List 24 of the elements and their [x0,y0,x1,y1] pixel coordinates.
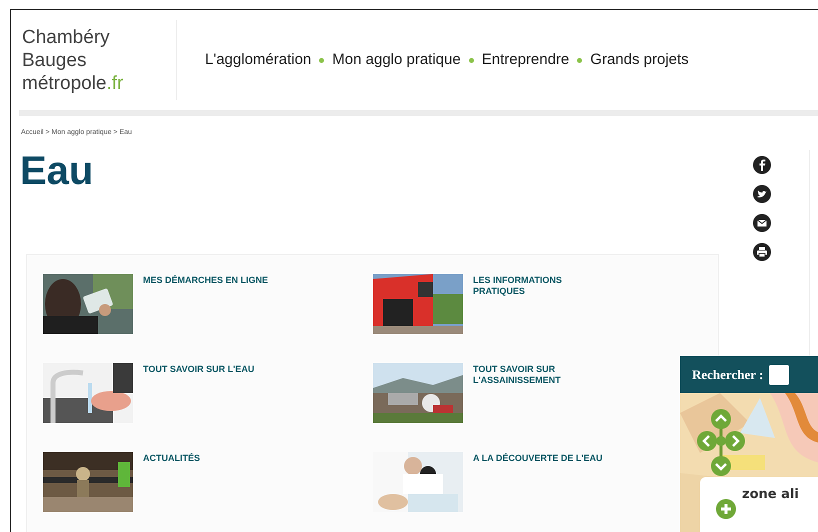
bullet-icon [577,58,582,62]
facebook-icon[interactable] [753,156,771,174]
nav-link[interactable]: Grands projets [590,48,689,72]
map-pan-control[interactable] [697,408,745,478]
search-label: Rechercher : [692,366,764,384]
site-logo[interactable]: Chambéry Bauges métropole.fr [22,26,162,94]
bullet-icon [468,58,474,62]
tile-link[interactable]: LES INFORMATIONS PRATIQUES [473,275,603,297]
page-title: Eau [20,148,94,192]
print-icon[interactable] [753,243,771,261]
add-icon[interactable] [716,499,736,519]
nav-link[interactable]: Entreprendre [482,48,570,72]
nav-link[interactable]: Mon agglo pratique [332,48,461,72]
tile-link[interactable]: TOUT SAVOIR SUR L'ASSAINISSEMENT [473,364,603,386]
tile-link[interactable]: A LA DÉCOUVERTE DE L'EAU [473,453,603,464]
nav-link[interactable]: L'agglomération [205,48,312,72]
bullet-icon [319,58,324,62]
popup-text: zone ali [742,486,799,504]
search-field[interactable] [769,364,790,384]
tile-link[interactable]: MES DÉMARCHES EN LIGNE [143,275,273,286]
email-icon[interactable] [753,214,771,232]
twitter-icon[interactable] [753,185,771,203]
tile-link[interactable]: TOUT SAVOIR SUR L'EAU [143,364,273,375]
tile-link[interactable]: ACTUALITÉS [143,453,273,464]
